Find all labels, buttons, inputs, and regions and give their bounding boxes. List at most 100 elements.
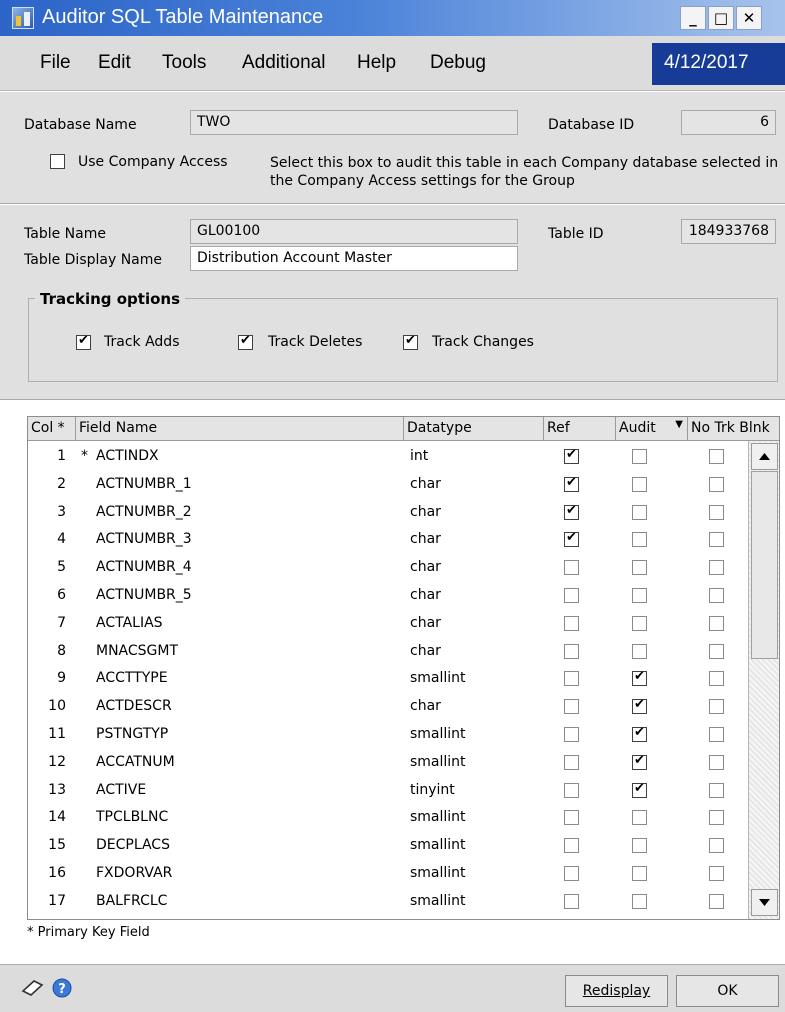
scroll-up-button[interactable] xyxy=(751,443,778,470)
table-row[interactable]: 5 ACTNUMBR_4 char xyxy=(28,554,748,582)
table-row[interactable]: 9 ACCTTYPE smallint xyxy=(28,665,748,693)
no-trk-blnk-checkbox[interactable] xyxy=(709,810,724,826)
ref-checkbox[interactable] xyxy=(564,810,579,826)
audit-checkbox[interactable] xyxy=(632,893,647,909)
use-company-access-checkbox[interactable] xyxy=(50,154,65,169)
no-trk-blnk-checkbox[interactable] xyxy=(709,671,724,687)
redisplay-button[interactable]: Redisplay xyxy=(565,975,668,1007)
audit-checkbox[interactable] xyxy=(632,669,647,687)
menu-file[interactable]: File xyxy=(40,52,71,74)
table-row[interactable]: 12 ACCATNUM smallint xyxy=(28,749,748,777)
menu-help[interactable]: Help xyxy=(357,52,396,74)
help-icon[interactable]: ? xyxy=(50,976,74,1000)
no-trk-blnk-checkbox[interactable] xyxy=(709,727,724,742)
ref-checkbox[interactable] xyxy=(564,699,579,715)
track-deletes-checkbox[interactable] xyxy=(238,333,253,350)
audit-checkbox[interactable] xyxy=(632,560,647,576)
audit-checkbox[interactable] xyxy=(632,588,647,603)
no-trk-blnk-checkbox[interactable] xyxy=(709,754,724,770)
no-trk-blnk-checkbox[interactable] xyxy=(709,699,724,715)
audit-checkbox[interactable] xyxy=(632,615,647,631)
ok-button[interactable]: OK xyxy=(676,975,779,1007)
ref-checkbox[interactable] xyxy=(564,615,579,631)
no-trk-blnk-header[interactable]: No Trk Blnk xyxy=(688,417,779,441)
col-number: 15 xyxy=(48,837,66,854)
audit-checkbox[interactable] xyxy=(632,449,647,464)
datatype: char xyxy=(410,614,441,631)
menu-edit[interactable]: Edit xyxy=(98,52,131,74)
ref-checkbox[interactable] xyxy=(564,838,579,854)
table-row[interactable]: 8 MNACSGMT char xyxy=(28,638,748,666)
ref-checkbox[interactable] xyxy=(564,782,579,798)
no-trk-blnk-checkbox[interactable] xyxy=(709,866,724,881)
no-trk-blnk-checkbox[interactable] xyxy=(709,504,724,520)
no-trk-blnk-checkbox[interactable] xyxy=(709,838,724,854)
table-row[interactable]: 2 ACTNUMBR_1 char xyxy=(28,471,748,499)
audit-checkbox[interactable] xyxy=(632,476,647,492)
field-name-header[interactable]: Field Name xyxy=(76,417,404,441)
ref-checkbox[interactable] xyxy=(564,893,579,909)
ref-checkbox[interactable] xyxy=(564,475,579,492)
scroll-thumb[interactable] xyxy=(751,471,778,659)
ref-checkbox[interactable] xyxy=(564,727,579,742)
audit-checkbox[interactable] xyxy=(632,532,647,548)
audit-checkbox[interactable] xyxy=(632,810,647,826)
ref-checkbox[interactable] xyxy=(564,447,579,464)
audit-checkbox[interactable] xyxy=(632,697,647,715)
menu-debug[interactable]: Debug xyxy=(430,52,486,74)
note-icon[interactable] xyxy=(20,977,46,999)
ref-checkbox[interactable] xyxy=(564,866,579,881)
no-trk-blnk-checkbox[interactable] xyxy=(709,782,724,798)
table-row[interactable]: 4 ACTNUMBR_3 char xyxy=(28,526,748,554)
table-row[interactable]: 14 TPCLBLNC smallint xyxy=(28,804,748,832)
audit-checkbox[interactable] xyxy=(632,643,647,659)
audit-header[interactable]: Audit ▼ xyxy=(616,417,688,441)
maximize-button[interactable]: □ xyxy=(708,6,734,30)
close-button[interactable]: ✕ xyxy=(736,6,762,30)
no-trk-blnk-checkbox[interactable] xyxy=(709,588,724,603)
grid-scrollbar[interactable] xyxy=(748,441,779,919)
table-row[interactable]: 10 ACTDESCR char xyxy=(28,693,748,721)
menu-tools[interactable]: Tools xyxy=(162,52,206,74)
table-row[interactable]: 1 * ACTINDX int xyxy=(28,443,748,471)
audit-checkbox[interactable] xyxy=(632,504,647,520)
fields-grid[interactable]: Col * Field Name Datatype Ref Audit ▼ No… xyxy=(27,416,780,920)
table-row[interactable]: 6 ACTNUMBR_5 char xyxy=(28,582,748,610)
ref-checkbox[interactable] xyxy=(564,560,579,576)
ref-checkbox[interactable] xyxy=(564,754,579,770)
no-trk-blnk-checkbox[interactable] xyxy=(709,449,724,464)
audit-checkbox[interactable] xyxy=(632,838,647,854)
audit-checkbox[interactable] xyxy=(632,725,647,742)
table-row[interactable]: 13 ACTIVE tinyint xyxy=(28,777,748,805)
no-trk-blnk-checkbox[interactable] xyxy=(709,560,724,576)
table-display-name-input[interactable]: Distribution Account Master xyxy=(190,246,518,271)
minimize-button[interactable]: _ xyxy=(680,6,706,30)
audit-checkbox[interactable] xyxy=(632,866,647,881)
ref-checkbox[interactable] xyxy=(564,588,579,603)
table-row[interactable]: 17 BALFRCLC smallint xyxy=(28,888,748,916)
ref-header[interactable]: Ref xyxy=(544,417,616,441)
track-adds-checkbox[interactable] xyxy=(76,333,91,350)
ref-checkbox[interactable] xyxy=(564,643,579,659)
ref-checkbox[interactable] xyxy=(564,503,579,520)
scroll-down-button[interactable] xyxy=(751,889,778,916)
menu-additional[interactable]: Additional xyxy=(242,52,325,74)
table-row[interactable]: 3 ACTNUMBR_2 char xyxy=(28,499,748,527)
no-trk-blnk-checkbox[interactable] xyxy=(709,476,724,492)
no-trk-blnk-checkbox[interactable] xyxy=(709,532,724,548)
track-changes-checkbox[interactable] xyxy=(403,333,418,350)
audit-checkbox[interactable] xyxy=(632,781,647,798)
user-date-button[interactable]: 4/12/2017 xyxy=(652,43,785,85)
no-trk-blnk-checkbox[interactable] xyxy=(709,893,724,909)
ref-checkbox[interactable] xyxy=(564,671,579,687)
col-header[interactable]: Col * xyxy=(28,417,76,441)
no-trk-blnk-checkbox[interactable] xyxy=(709,615,724,631)
no-trk-blnk-checkbox[interactable] xyxy=(709,643,724,659)
audit-checkbox[interactable] xyxy=(632,753,647,770)
table-row[interactable]: 7 ACTALIAS char xyxy=(28,610,748,638)
datatype-header[interactable]: Datatype xyxy=(404,417,544,441)
table-row[interactable]: 16 FXDORVAR smallint xyxy=(28,860,748,888)
table-row[interactable]: 15 DECPLACS smallint xyxy=(28,832,748,860)
ref-checkbox[interactable] xyxy=(564,530,579,548)
table-row[interactable]: 11 PSTNGTYP smallint xyxy=(28,721,748,749)
